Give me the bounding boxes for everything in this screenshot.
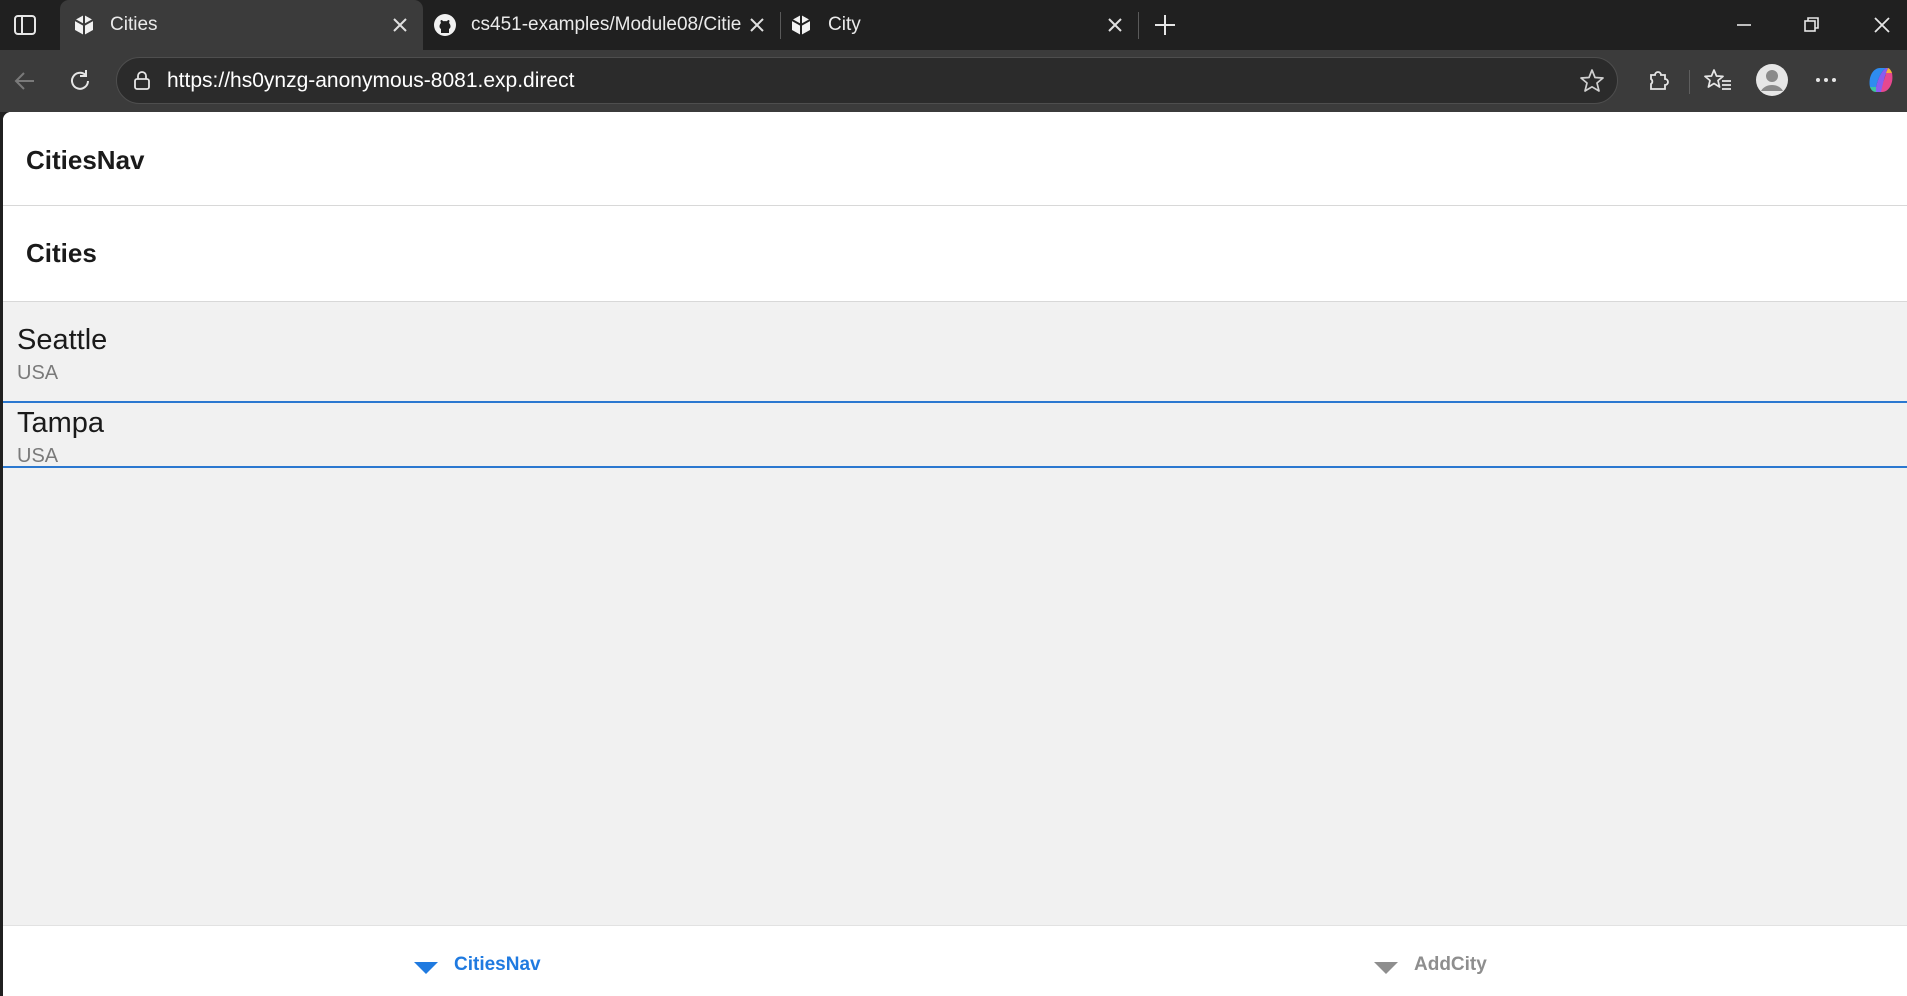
screen-title: Cities: [26, 238, 97, 268]
restore-icon[interactable]: [1797, 10, 1827, 40]
close-tab-icon[interactable]: [1105, 15, 1125, 35]
tab-addcity[interactable]: AddCity: [1374, 952, 1487, 978]
address-bar[interactable]: https://hs0ynzg-anonymous-8081.exp.direc…: [116, 57, 1618, 104]
caret-down-icon: [1374, 962, 1398, 974]
tab-label: CitiesNav: [454, 954, 541, 975]
url-text[interactable]: https://hs0ynzg-anonymous-8081.exp.direc…: [167, 69, 574, 93]
bottom-tab-bar: CitiesNav AddCity: [3, 925, 1907, 996]
copilot-icon[interactable]: [1864, 63, 1898, 97]
navigator-title: CitiesNav: [26, 145, 145, 175]
close-tab-icon[interactable]: [747, 15, 767, 35]
toolbar-divider: [1689, 70, 1690, 94]
sidebar-toggle-icon[interactable]: [10, 11, 40, 39]
minimize-icon[interactable]: [1729, 10, 1759, 40]
page-viewport: CitiesNav Cities Seattle USA Tampa USA C…: [3, 112, 1907, 996]
city-name: Seattle: [17, 324, 108, 356]
browser-tab-cities[interactable]: Cities: [60, 0, 423, 50]
city-country: USA: [17, 362, 59, 384]
browser-tab-city[interactable]: City: [781, 0, 1138, 50]
lock-icon[interactable]: [131, 69, 153, 91]
navigator-header: CitiesNav: [3, 112, 1907, 206]
expo-logo-icon: [789, 13, 813, 37]
caret-down-icon: [414, 962, 438, 974]
tab-citiesnav[interactable]: CitiesNav: [414, 952, 541, 978]
more-menu-icon[interactable]: [1809, 63, 1843, 97]
back-arrow-icon[interactable]: [10, 66, 40, 96]
close-tab-icon[interactable]: [390, 15, 410, 35]
city-name: Tampa: [17, 407, 105, 439]
city-country: USA: [17, 445, 59, 467]
tab-divider: [1138, 12, 1139, 39]
city-list-item[interactable]: Tampa USA: [3, 385, 1907, 468]
browser-tab-github[interactable]: cs451-examples/Module08/Cities: [423, 0, 780, 50]
extensions-icon[interactable]: [1641, 63, 1675, 97]
profile-avatar-icon[interactable]: [1755, 63, 1789, 97]
browser-tab-strip: Cities cs451-examples/Module08/Cities Ci…: [0, 0, 1907, 50]
expo-logo-icon: [72, 13, 96, 37]
tab-label: AddCity: [1414, 954, 1487, 975]
refresh-icon[interactable]: [65, 66, 95, 96]
favorite-star-icon[interactable]: [1579, 68, 1605, 94]
tab-title: Cities: [110, 14, 158, 35]
city-list: Seattle USA Tampa USA: [3, 302, 1907, 925]
close-window-icon[interactable]: [1867, 10, 1897, 40]
browser-toolbar: https://hs0ynzg-anonymous-8081.exp.direc…: [0, 50, 1907, 112]
tab-title: City: [828, 14, 861, 35]
new-tab-button[interactable]: [1150, 10, 1180, 40]
tab-title: cs451-examples/Module08/Cities: [471, 14, 741, 35]
favorites-icon[interactable]: [1701, 63, 1735, 97]
screen-header: Cities: [3, 206, 1907, 302]
github-icon: [433, 13, 457, 37]
